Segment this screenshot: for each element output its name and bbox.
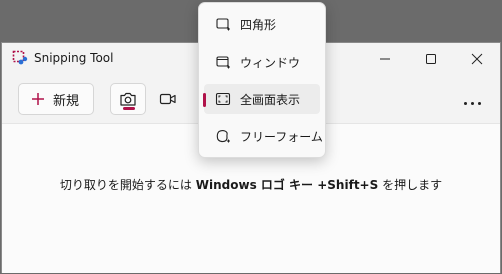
snipping-mode-dropdown: 四角形 ウィンドウ 全画面表示 フリーフォーム	[198, 2, 326, 158]
fullscreen-snip-icon	[215, 92, 231, 106]
snipping-tool-app-icon	[12, 50, 28, 66]
window-title: Snipping Tool	[34, 51, 114, 65]
minimize-button[interactable]	[362, 43, 408, 75]
selected-indicator	[203, 93, 206, 107]
minimize-icon	[380, 58, 390, 60]
screenshot-mode-button[interactable]	[110, 83, 146, 115]
plus-icon	[32, 93, 44, 105]
new-snip-button[interactable]: 新規	[18, 83, 94, 115]
hint-shortcut-keys: Windows ロゴ キー +Shift+S	[195, 178, 379, 192]
video-camera-icon	[159, 93, 176, 105]
ellipsis-icon	[462, 90, 483, 109]
menu-item-label: フリーフォーム	[240, 130, 323, 144]
capture-hint-text: 切り取りを開始するには Windows ロゴ キー +Shift+S を押します	[2, 176, 500, 193]
rectangle-snip-icon	[216, 18, 230, 31]
video-mode-button[interactable]	[150, 83, 186, 115]
hint-text-before: 切り取りを開始するには	[59, 178, 196, 192]
camera-icon	[120, 92, 136, 106]
menu-item-rectangle[interactable]: 四角形	[204, 9, 320, 39]
maximize-icon	[426, 54, 436, 64]
hint-text-after: を押します	[378, 178, 443, 192]
close-icon	[471, 53, 483, 65]
freeform-snip-icon	[216, 130, 230, 143]
active-mode-indicator	[123, 107, 135, 110]
maximize-button[interactable]	[408, 43, 454, 75]
menu-item-label: ウィンドウ	[240, 56, 301, 70]
close-button[interactable]	[454, 43, 500, 75]
window-snip-icon	[216, 56, 230, 69]
menu-item-window[interactable]: ウィンドウ	[204, 47, 320, 77]
menu-item-label: 全画面表示	[240, 93, 301, 107]
menu-item-fullscreen[interactable]: 全画面表示	[203, 84, 320, 114]
menu-item-freeform[interactable]: フリーフォーム	[204, 121, 323, 151]
more-options-button[interactable]	[456, 83, 488, 115]
menu-item-label: 四角形	[240, 18, 277, 32]
new-snip-label: 新規	[53, 93, 80, 109]
capture-mode-toggle	[110, 83, 186, 115]
